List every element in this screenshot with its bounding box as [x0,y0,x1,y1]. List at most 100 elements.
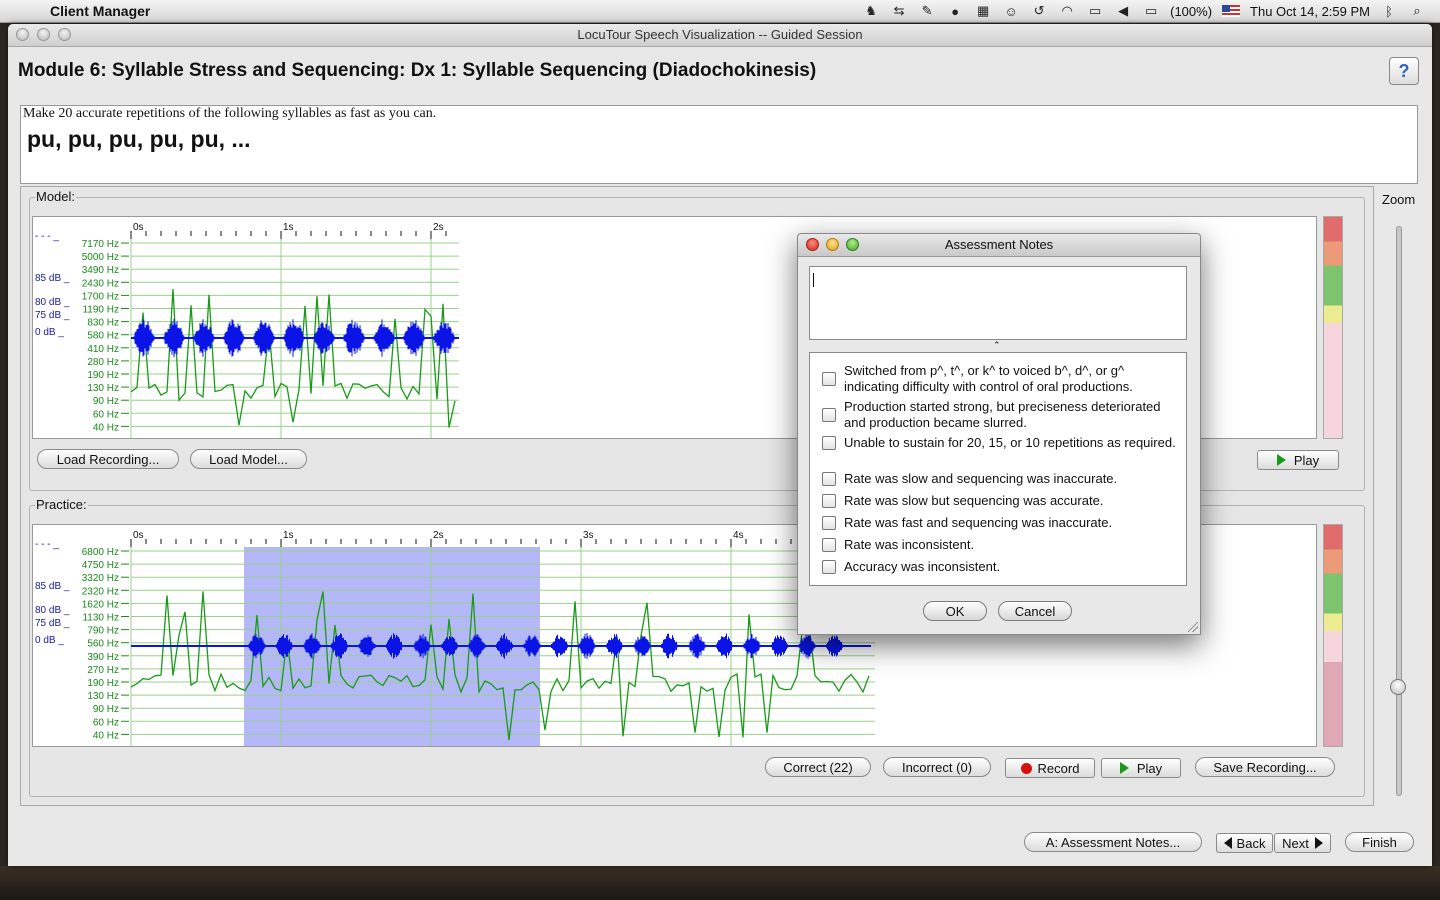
script-icon[interactable]: ✎ [918,3,936,18]
spotlight-search-icon[interactable]: ⌕ [1408,3,1426,18]
record-icon [1020,763,1032,774]
frequency-label: 410 Hz [87,344,119,355]
model-play-label: Play [1293,453,1320,468]
checklist-item[interactable]: Accuracy was inconsistent. [822,559,1180,575]
back-button[interactable]: Back [1216,833,1273,853]
checklist-item[interactable]: Rate was slow but sequencing was accurat… [822,493,1180,509]
play-icon [1276,454,1286,466]
load-recording-button[interactable]: Load Recording... [37,449,179,469]
waveform-burst [373,319,395,357]
dialog-title: Assessment Notes [944,237,1054,252]
checklist-item[interactable]: Switched from p^, t^, or k^ to voiced b^… [822,363,1180,395]
volume-icon[interactable]: ◀ [1114,3,1132,18]
module-title: Module 6: Syllable Stress and Sequencing… [18,60,817,81]
db-label: 0 dB _ [35,327,64,338]
timemachine-sync-icon[interactable]: ⇆ [890,3,908,18]
zoom-slider-thumb[interactable] [1390,679,1406,695]
waveform-burst [433,322,455,354]
waveform-burst [343,319,365,357]
frequency-label: 1130 Hz [82,613,119,624]
notes-textarea[interactable] [809,266,1187,340]
waveform-burst [661,633,678,659]
next-button[interactable]: Next [1274,833,1331,853]
checklist-item-label: Production started strong, but precisene… [844,399,1161,430]
practice-play-button[interactable]: Play [1101,758,1181,778]
frequency-label: 4750 Hz [82,560,119,571]
dialog-close-button[interactable] [806,238,819,251]
apple-menu-icon[interactable] [20,3,36,19]
time-tick-label: 0s [133,530,144,541]
checklist-item[interactable]: Unable to sustain for 20, 15, or 10 repe… [822,435,1180,451]
frequency-label: 5000 Hz [82,252,119,263]
db-label: 0 dB _ [35,635,64,646]
wifi-icon[interactable]: ◠ [1058,3,1076,18]
checklist-item-label: Rate was inconsistent. [844,537,975,552]
correct-button[interactable]: Correct (22) [765,757,871,777]
waveform-burst [771,635,788,657]
clock[interactable]: Thu Oct 14, 2:59 PM [1250,4,1370,19]
checklist-item[interactable]: Rate was inconsistent. [822,537,1180,553]
battery-icon[interactable]: ▭ [1142,3,1160,18]
record-button[interactable]: Record [1005,758,1095,778]
resize-grip-icon[interactable] [1188,622,1198,632]
finish-button[interactable]: Finish [1345,832,1414,852]
zoom-slider[interactable] [1396,226,1402,796]
dialog-ok-button[interactable]: OK [923,601,987,621]
waveform-burst [283,319,305,357]
target-syllables: pu, pu, pu, pu, pu, ... [27,126,251,152]
time-tick-label: 1s [283,530,294,541]
frequency-label: 1700 Hz [82,291,119,302]
evernote-icon[interactable]: ♞ [862,3,880,18]
app-menu[interactable]: Client Manager [50,3,150,19]
practice-level-meter [1323,524,1343,747]
checkbox[interactable] [822,436,836,450]
checklist-item-label: Rate was fast and sequencing was inaccur… [844,515,1113,530]
display-icon[interactable]: ▭ [1086,3,1104,18]
checkbox[interactable] [822,472,836,486]
accessibility-icon[interactable]: ☺ [1002,4,1020,19]
battery-percent: (100%) [1170,3,1213,19]
checkbox[interactable] [822,372,836,386]
assessment-notes-button[interactable]: A: Assessment Notes... [1024,832,1202,852]
incorrect-button[interactable]: Incorrect (0) [883,757,991,777]
zoom-window-button[interactable] [58,28,71,41]
grid-icon[interactable]: ▦ [974,3,992,18]
checklist-item[interactable]: Rate was fast and sequencing was inaccur… [822,515,1180,531]
checkbox[interactable] [822,516,836,530]
disc-icon[interactable]: ● [946,4,964,19]
frequency-label: 7170 Hz [82,239,119,250]
frequency-label: 1190 Hz [82,305,119,316]
frequency-label: 6800 Hz [82,547,119,558]
checkbox[interactable] [822,408,836,422]
load-model-button[interactable]: Load Model... [190,449,307,469]
minimize-window-button[interactable] [37,28,50,41]
dialog-minimize-button[interactable] [826,238,839,251]
dialog-zoom-button[interactable] [846,238,859,251]
time-machine-icon[interactable]: ↺ [1030,3,1048,18]
db-label: 80 dB _ [35,605,70,616]
input-source-flag-icon[interactable] [1222,5,1241,17]
db-dashes: - - - _ [35,231,59,242]
frequency-label: 3490 Hz [82,265,119,276]
frequency-label: 3320 Hz [82,573,119,584]
checkbox[interactable] [822,494,836,508]
close-window-button[interactable] [16,28,29,41]
bluetooth-icon[interactable]: ᛒ [1380,4,1398,19]
checkbox[interactable] [822,538,836,552]
dialog-splitter-icon[interactable]: ⌃ [993,340,1001,351]
db-label: 80 dB _ [35,297,70,308]
help-button[interactable]: ? [1389,57,1419,85]
pitch-trace [130,288,456,428]
checklist-item[interactable]: Rate was slow and sequencing was inaccur… [822,471,1180,487]
practice-play-label: Play [1136,761,1163,776]
checkbox[interactable] [822,560,836,574]
dialog-cancel-button[interactable]: Cancel [998,601,1072,621]
waveform-burst [688,633,706,659]
assessment-notes-dialog: Assessment Notes ⌃ Switched from p^, t^,… [797,233,1201,635]
checklist-item[interactable]: Production started strong, but precisene… [822,399,1180,431]
db-label: 75 dB _ [35,310,70,321]
save-recording-button[interactable]: Save Recording... [1195,757,1335,777]
model-play-button[interactable]: Play [1257,450,1339,470]
frequency-label: 40 Hz [93,730,119,741]
checklist-item-label: Rate was slow and sequencing was inaccur… [844,471,1118,486]
